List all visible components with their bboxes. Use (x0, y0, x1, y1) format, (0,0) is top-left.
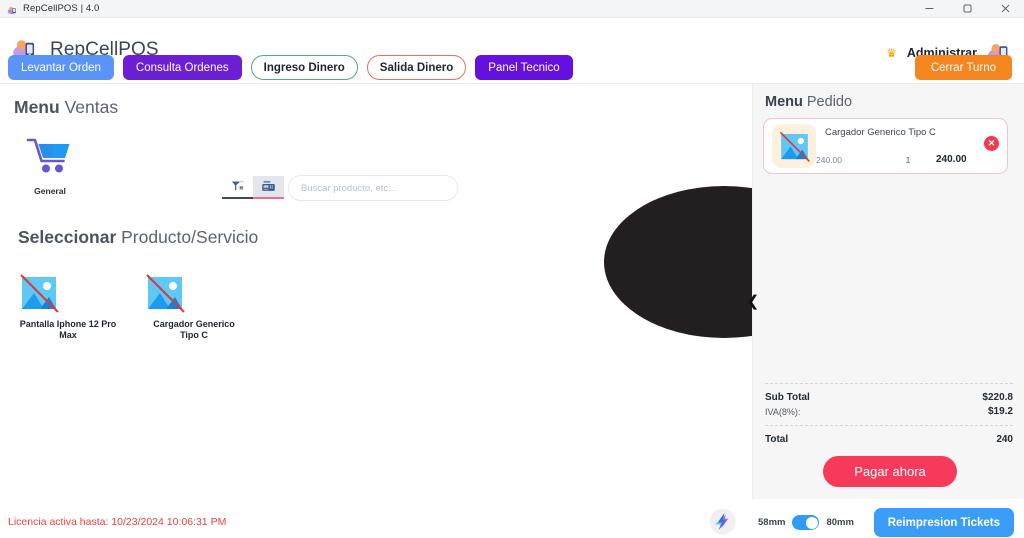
remove-item-icon[interactable]: ✕ (984, 136, 999, 151)
category-label: General (34, 186, 66, 196)
barcode-scanner-icon[interactable] (222, 176, 253, 199)
iva-row: IVA(8%): $19.2 (765, 403, 1013, 425)
order-totals: Sub Total $220.8 IVA(8%): $19.2 Total 24… (765, 383, 1013, 445)
order-panel: ❮ Menu Pedido Cargador Generico Tipo C 2… (747, 84, 1024, 499)
menu-ventas-title-strong: Menu (14, 97, 60, 117)
cerrar-turno-button[interactable]: Cerrar Turno (914, 55, 1012, 80)
crown-icon: ♛ (886, 45, 897, 60)
cart-item-line-total: 240.00 (936, 154, 967, 165)
chevron-left-icon[interactable]: ❮ (744, 292, 762, 310)
cart-item-name: Cargador Generico Tipo C (825, 127, 936, 138)
window-titlebar: RepCellPOS | 4.0 (0, 0, 1024, 18)
product-card[interactable]: Cargador Generico Tipo C (144, 272, 244, 342)
paper-width-toggle-knob (805, 516, 818, 529)
pos-application-window: RepCellPOS | 4.0 RepCellPOS ♛ Administra… (0, 0, 1024, 538)
product-card[interactable]: Pantalla Iphone 12 Pro Max (18, 272, 118, 342)
subtotal-label: Sub Total (765, 392, 810, 403)
broken-image-icon (144, 272, 244, 314)
app-logo-icon (7, 3, 18, 15)
close-icon[interactable] (986, 0, 1024, 18)
maximize-icon[interactable] (948, 0, 986, 18)
titlebar-left: RepCellPOS | 4.0 (0, 3, 100, 15)
decorative-dark-circle (604, 186, 753, 338)
menu-ventas-title-rest: Ventas (59, 97, 119, 117)
input-mode-tabs (222, 176, 284, 199)
cart-item-unit-price: 240.00 (816, 154, 842, 165)
window-title: RepCellPOS | 4.0 (23, 3, 100, 14)
shopping-cart-icon (25, 138, 75, 182)
paper-width-toggle[interactable] (792, 515, 820, 530)
search-input[interactable] (301, 182, 445, 194)
total-value: 240 (996, 434, 1013, 445)
menu-ventas-title: Menu Ventas (14, 97, 118, 118)
pagar-ahora-button[interactable]: Pagar ahora (823, 456, 957, 487)
nav-ingreso-dinero-button[interactable]: Ingreso Dinero (250, 55, 358, 80)
search-box[interactable] (288, 175, 458, 201)
menu-pedido-title-rest: Pedido (802, 94, 853, 110)
seleccionar-title-rest: Producto/Servicio (116, 227, 259, 247)
window-controls (910, 0, 1024, 18)
paper-width-selector: 58mm 80mm (758, 515, 854, 530)
nav-levantar-orden-button[interactable]: Levantar Orden (8, 55, 114, 80)
subtotal-value: $220.8 (982, 392, 1013, 403)
broken-image-icon (778, 130, 811, 163)
paper-width-80mm-label: 80mm (826, 517, 854, 528)
nav-salida-dinero-button[interactable]: Salida Dinero (366, 55, 467, 80)
bottom-bar: Licencia activa hasta: 10/23/2024 10:06:… (0, 499, 1024, 538)
nav-panel-tecnico-button[interactable]: Panel Tecnico (475, 55, 573, 80)
cart-item-quantity: 1 (905, 154, 911, 165)
license-status: Licencia activa hasta: 10/23/2024 10:06:… (8, 516, 227, 528)
cart-item-info: Cargador Generico Tipo C 240.00 1 240.00 (816, 124, 999, 168)
broken-image-icon (18, 272, 118, 314)
company-logo-icon (709, 508, 736, 535)
iva-label: IVA(8%): (765, 406, 801, 417)
total-row: Total 240 (765, 426, 1013, 445)
cart-item-thumbnail (772, 124, 816, 168)
cart-item[interactable]: Cargador Generico Tipo C 240.00 1 240.00… (763, 118, 1008, 174)
cash-register-icon[interactable] (253, 176, 284, 199)
product-grid: Pantalla Iphone 12 Pro Max Cargador Gene… (18, 272, 244, 342)
paper-width-58mm-label: 58mm (758, 517, 786, 528)
menu-pedido-title-strong: Menu (765, 94, 803, 110)
product-name: Pantalla Iphone 12 Pro Max (19, 319, 117, 341)
minimize-icon[interactable] (910, 0, 948, 18)
reimpresion-tickets-button[interactable]: Reimpresion Tickets (873, 508, 1014, 537)
iva-value: $19.2 (987, 406, 1013, 417)
nav-consulta-ordenes-button[interactable]: Consulta Ordenes (122, 55, 242, 80)
product-name: Cargador Generico Tipo C (153, 319, 235, 341)
total-label: Total (765, 434, 789, 445)
seleccionar-producto-title: Seleccionar Producto/Servicio (18, 227, 258, 248)
cart-item-numbers: 240.00 1 240.00 (816, 154, 999, 165)
menu-pedido-title: Menu Pedido (765, 94, 852, 110)
category-tile-general[interactable]: General (22, 136, 78, 196)
subtotal-row: Sub Total $220.8 (765, 384, 1013, 403)
decorative-dark-circle-shape (604, 186, 753, 338)
primary-nav: Levantar Orden Consulta Ordenes Ingreso … (8, 55, 573, 80)
seleccionar-title-strong: Seleccionar (18, 227, 117, 247)
